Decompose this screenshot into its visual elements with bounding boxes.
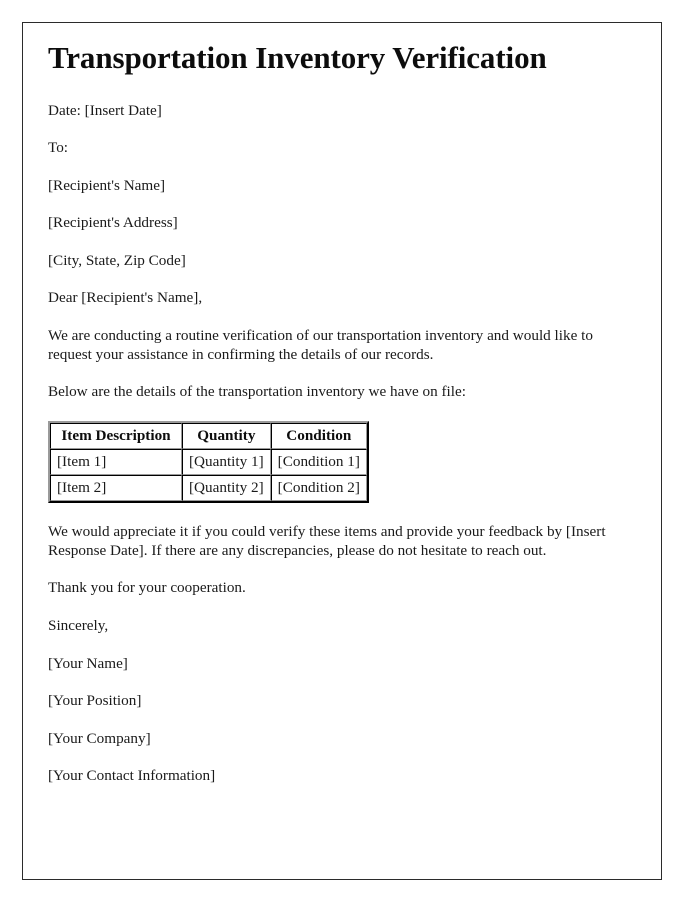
to-label: To: <box>48 139 69 157</box>
sign-off: Sincerely, <box>48 616 109 634</box>
recipient-address: [Recipient's Address] <box>48 214 178 232</box>
column-header-item-description: Item Description <box>50 422 182 449</box>
cell-condition: [Condition 1] <box>270 448 367 476</box>
table-lead-in: Below are the details of the transportat… <box>48 383 466 401</box>
table-row: [Item 1] [Quantity 1] [Condition 1] <box>50 448 367 476</box>
inventory-table-wrapper: Item Description Quantity Condition [Ite… <box>48 420 628 504</box>
closing-request-paragraph: We would appreciate it if you could veri… <box>48 523 606 559</box>
cell-quantity: [Quantity 2] <box>182 475 271 502</box>
recipient-name: [Recipient's Name] <box>48 176 166 194</box>
signature-name: [Your Name] <box>48 654 128 672</box>
document-page-frame: Transportation Inventory Verification Da… <box>22 22 662 880</box>
signature-contact: [Your Contact Information] <box>48 767 216 785</box>
cell-item-description: [Item 1] <box>50 448 182 476</box>
recipient-city-state-zip: [City, State, Zip Code] <box>48 251 186 269</box>
date-line: Date: [Insert Date] <box>48 101 162 119</box>
cell-quantity: [Quantity 1] <box>182 448 271 476</box>
cell-item-description: [Item 2] <box>50 475 182 502</box>
table-row: [Item 2] [Quantity 2] [Condition 2] <box>50 475 367 502</box>
inventory-table: Item Description Quantity Condition [Ite… <box>48 420 369 504</box>
column-header-condition: Condition <box>270 422 367 449</box>
document-body: Transportation Inventory Verification Da… <box>48 40 628 786</box>
cell-condition: [Condition 2] <box>270 475 367 502</box>
signature-position: [Your Position] <box>48 692 142 710</box>
table-header-row: Item Description Quantity Condition <box>50 422 367 449</box>
column-header-quantity: Quantity <box>182 422 271 449</box>
intro-paragraph: We are conducting a routine verification… <box>48 327 593 363</box>
salutation: Dear [Recipient's Name], <box>48 289 203 307</box>
page-title: Transportation Inventory Verification <box>48 40 547 75</box>
thanks-paragraph: Thank you for your cooperation. <box>48 579 246 597</box>
signature-company: [Your Company] <box>48 729 151 747</box>
